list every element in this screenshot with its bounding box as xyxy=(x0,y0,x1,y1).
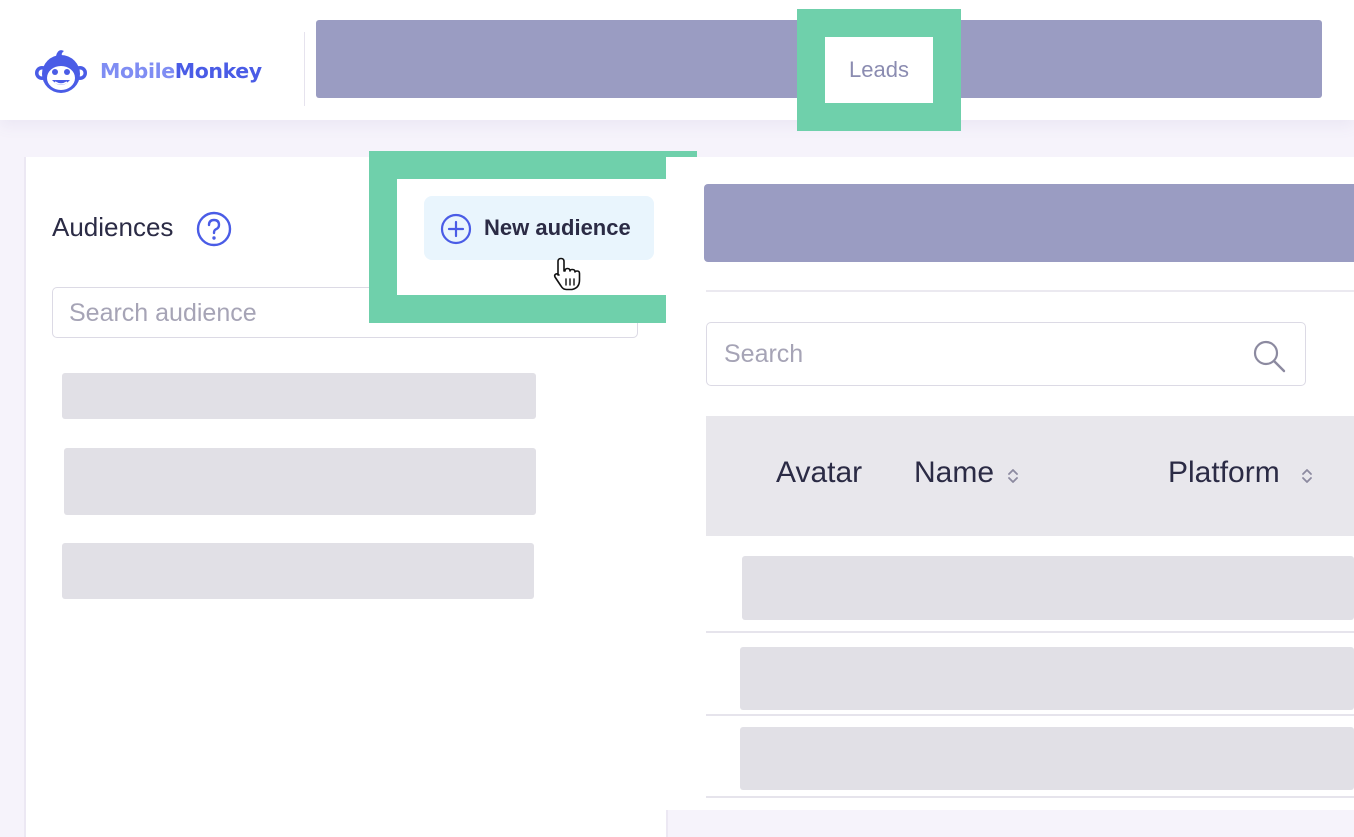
leads-divider xyxy=(706,290,1354,292)
search-icon[interactable] xyxy=(1251,338,1287,374)
leads-search-input[interactable]: Search xyxy=(706,322,1306,386)
brand-name-bold: Monkey xyxy=(174,59,262,83)
brand-name: MobileMonkey xyxy=(100,59,262,83)
plus-circle-icon xyxy=(440,213,472,245)
column-header-name[interactable]: Name xyxy=(914,456,994,490)
leads-header-placeholder xyxy=(704,184,1354,262)
header-divider xyxy=(304,32,305,106)
table-row-skeleton xyxy=(740,727,1354,790)
table-row-skeleton xyxy=(740,647,1354,710)
new-audience-button-area: New audience xyxy=(397,179,669,295)
help-circle-icon[interactable] xyxy=(196,211,232,247)
table-row-divider xyxy=(706,714,1354,716)
monkey-logo-icon xyxy=(35,50,87,93)
brand-logo[interactable]: MobileMonkey xyxy=(34,44,280,102)
sort-icon[interactable] xyxy=(1007,466,1019,486)
leads-search-placeholder: Search xyxy=(724,340,804,368)
sort-icon[interactable] xyxy=(1301,466,1313,486)
tab-leads-label: Leads xyxy=(849,57,909,82)
table-row-divider xyxy=(706,631,1354,633)
audiences-title: Audiences xyxy=(52,212,174,242)
table-row-divider xyxy=(706,796,1354,798)
brand-name-light: Mobile xyxy=(100,59,175,83)
table-row-skeleton xyxy=(742,556,1354,620)
audience-list-item-skeleton xyxy=(62,373,536,419)
new-audience-button[interactable]: New audience xyxy=(424,196,654,260)
column-header-platform[interactable]: Platform xyxy=(1168,456,1280,490)
audience-search-placeholder: Search audience xyxy=(69,299,257,327)
top-header: MobileMonkey xyxy=(0,0,1354,120)
audience-list-item-skeleton xyxy=(62,543,534,599)
hand-pointer-cursor-icon xyxy=(553,257,581,291)
audience-list-item-skeleton xyxy=(64,448,536,515)
tab-leads[interactable]: Leads xyxy=(825,37,933,103)
new-audience-label: New audience xyxy=(484,215,631,240)
column-header-avatar: Avatar xyxy=(776,456,863,489)
